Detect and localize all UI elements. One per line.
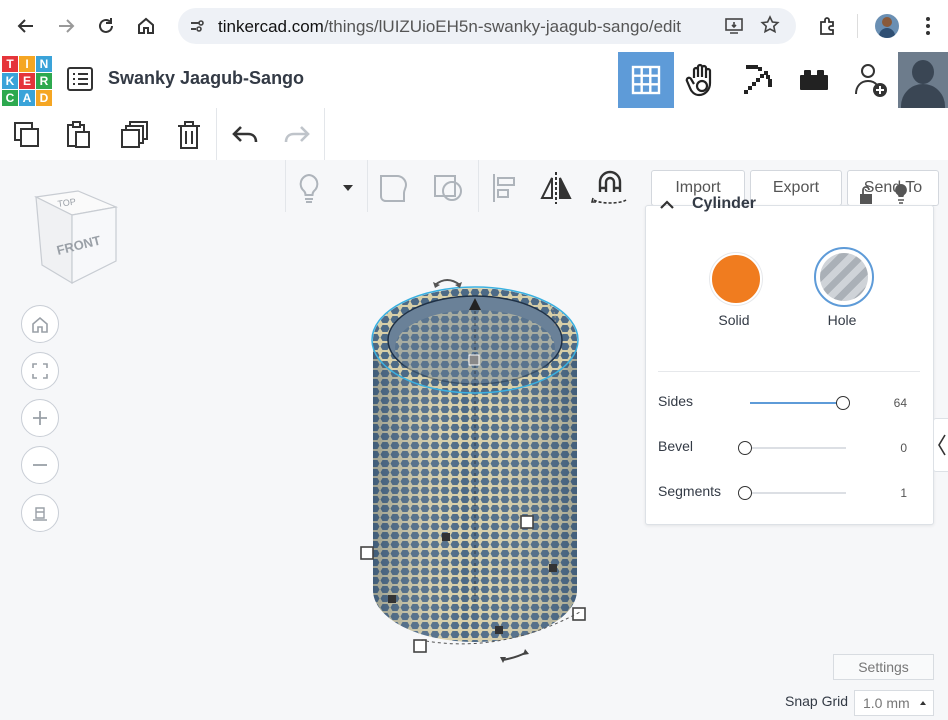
cylinder-model[interactable] bbox=[340, 270, 610, 675]
snap-grid-select[interactable]: 1.0 mm bbox=[854, 690, 934, 716]
delete-icon[interactable] bbox=[172, 118, 206, 152]
lock-icon[interactable] bbox=[858, 184, 874, 211]
redo-icon[interactable] bbox=[280, 118, 314, 152]
visibility-bulb-icon[interactable] bbox=[893, 182, 909, 211]
designs-list-icon[interactable] bbox=[66, 66, 94, 97]
dropdown-caret-icon[interactable] bbox=[341, 180, 355, 198]
sides-slider-knob[interactable] bbox=[836, 396, 850, 410]
hole-stripes-icon bbox=[820, 253, 868, 301]
view-cube[interactable]: TOP FRONT bbox=[28, 185, 122, 290]
sides-value[interactable]: 64 bbox=[877, 396, 907, 410]
divider bbox=[857, 14, 858, 38]
install-app-icon[interactable] bbox=[724, 16, 744, 41]
url-text: tinkercad.com/things/lUIZUioEH5n-swanky-… bbox=[218, 17, 682, 36]
logo-letter: E bbox=[19, 73, 35, 89]
segments-value[interactable]: 1 bbox=[877, 486, 907, 500]
codeblocks-hand-icon[interactable] bbox=[674, 52, 730, 108]
logo-letter: K bbox=[2, 73, 18, 89]
bevel-value[interactable]: 0 bbox=[877, 441, 907, 455]
divider bbox=[285, 160, 286, 212]
cruise-magnet-icon[interactable] bbox=[590, 168, 630, 211]
settings-button[interactable]: Settings bbox=[833, 654, 934, 680]
user-avatar[interactable] bbox=[898, 52, 948, 108]
app-header: T I N K E R C A D Swanky Jaagub-Sango bbox=[0, 52, 948, 109]
perspective-icon[interactable] bbox=[21, 494, 59, 532]
browser-profile-avatar[interactable] bbox=[875, 14, 899, 38]
align-icon[interactable] bbox=[490, 172, 518, 209]
logo-letter: D bbox=[36, 90, 52, 106]
add-user-icon[interactable] bbox=[842, 52, 898, 108]
inspector-title: Cylinder bbox=[692, 195, 757, 212]
segments-slider-track[interactable] bbox=[744, 492, 846, 494]
back-arrow-icon[interactable] bbox=[14, 14, 38, 38]
logo-letter: A bbox=[19, 90, 35, 106]
divider bbox=[367, 160, 368, 212]
edit-toolbar bbox=[0, 108, 948, 161]
copy-icon[interactable] bbox=[10, 118, 44, 152]
address-bar[interactable]: tinkercad.com/things/lUIZUioEH5n-swanky-… bbox=[178, 8, 796, 44]
extensions-icon[interactable] bbox=[815, 14, 839, 38]
ungroup-icon[interactable] bbox=[432, 172, 466, 209]
shape-inspector: Cylinder Solid Hole Sides 64 Bevel 0 Seg… bbox=[645, 184, 934, 525]
site-settings-icon[interactable] bbox=[188, 17, 206, 40]
segments-label: Segments bbox=[658, 483, 722, 499]
caret-up-icon bbox=[920, 701, 926, 705]
logo-letter: C bbox=[2, 90, 18, 106]
bevel-slider-track[interactable] bbox=[744, 447, 846, 449]
segments-slider-knob[interactable] bbox=[738, 486, 752, 500]
divider bbox=[324, 108, 325, 160]
3d-design-grid-icon[interactable] bbox=[618, 52, 674, 108]
hole-swatch-selected[interactable] bbox=[814, 247, 874, 307]
snap-grid-label: Snap Grid bbox=[785, 693, 849, 709]
chevron-up-icon[interactable] bbox=[658, 198, 676, 210]
home-view-icon[interactable] bbox=[21, 305, 59, 343]
bevel-label: Bevel bbox=[658, 438, 694, 454]
panel-collapse-tab[interactable] bbox=[933, 418, 948, 472]
bookmark-star-icon[interactable] bbox=[760, 15, 780, 40]
project-title[interactable]: Swanky Jaagub-Sango bbox=[108, 68, 304, 89]
lego-brick-icon[interactable] bbox=[786, 52, 842, 108]
bevel-slider-knob[interactable] bbox=[738, 441, 752, 455]
divider bbox=[216, 108, 217, 160]
solid-color-swatch[interactable] bbox=[710, 253, 762, 305]
zoom-out-icon[interactable] bbox=[21, 446, 59, 484]
hole-label: Hole bbox=[827, 312, 857, 328]
zoom-in-icon[interactable] bbox=[21, 399, 59, 437]
browser-menu-icon[interactable] bbox=[916, 14, 940, 38]
fit-view-icon[interactable] bbox=[21, 352, 59, 390]
solid-label: Solid bbox=[718, 312, 750, 328]
undo-icon[interactable] bbox=[228, 118, 262, 152]
logo-letter: R bbox=[36, 73, 52, 89]
tinkercad-logo[interactable]: T I N K E R C A D bbox=[2, 56, 52, 106]
forward-arrow-icon[interactable] bbox=[54, 14, 78, 38]
browser-toolbar: tinkercad.com/things/lUIZUioEH5n-swanky-… bbox=[0, 0, 948, 53]
divider bbox=[478, 160, 479, 212]
mirror-icon[interactable] bbox=[538, 170, 574, 211]
divider bbox=[658, 371, 920, 372]
paste-icon[interactable] bbox=[62, 118, 96, 152]
inspector-header[interactable]: Cylinder bbox=[658, 186, 921, 222]
logo-letter: N bbox=[36, 56, 52, 72]
home-icon[interactable] bbox=[134, 14, 158, 38]
snap-grid-value: 1.0 mm bbox=[863, 695, 910, 711]
lightbulb-icon[interactable] bbox=[294, 172, 324, 209]
logo-letter: I bbox=[19, 56, 35, 72]
logo-letter: T bbox=[2, 56, 18, 72]
sides-label: Sides bbox=[658, 393, 694, 409]
sides-slider-track[interactable] bbox=[750, 402, 846, 404]
reload-icon[interactable] bbox=[94, 14, 118, 38]
group-icon[interactable] bbox=[378, 172, 410, 209]
minecraft-pickaxe-icon[interactable] bbox=[730, 52, 786, 108]
chevron-left-icon bbox=[937, 434, 946, 456]
duplicate-icon[interactable] bbox=[118, 118, 152, 152]
